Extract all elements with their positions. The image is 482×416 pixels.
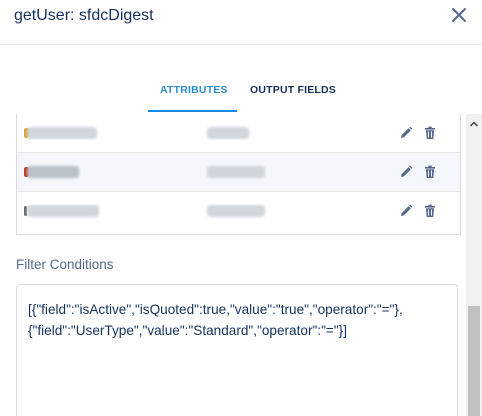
tab-output-fields[interactable]: OUTPUT FIELDS [250, 84, 336, 96]
filter-conditions-line-1: [{"field":"isActive","isQuoted":true,"va… [28, 302, 403, 317]
attributes-table [16, 114, 461, 235]
filter-conditions-textarea[interactable]: [{"field":"isActive","isQuoted":true,"va… [16, 284, 458, 416]
attribute-value-redacted [207, 205, 265, 217]
scrollbar-thumb[interactable] [468, 306, 480, 416]
trash-icon-svg [425, 126, 435, 139]
chevron-up-icon [469, 121, 479, 127]
pencil-icon-svg [401, 204, 413, 216]
modal-title: getUser: sfdcDigest [14, 7, 154, 24]
tab-attributes[interactable]: ATTRIBUTES [160, 84, 228, 96]
pencil-icon-svg [401, 126, 413, 138]
table-row [17, 153, 460, 192]
attribute-value-redacted [207, 166, 265, 178]
attribute-name-redacted [27, 166, 79, 178]
table-row [17, 192, 460, 230]
vertical-scrollbar[interactable] [466, 114, 482, 416]
scroll-up-arrow-icon[interactable] [469, 116, 479, 127]
trash-icon[interactable] [422, 125, 438, 141]
trash-icon[interactable] [422, 203, 438, 219]
modal-content: Filter Conditions [{"field":"isActive","… [0, 114, 482, 416]
attribute-value-redacted [207, 127, 249, 139]
modal-header: getUser: sfdcDigest [0, 0, 482, 45]
active-tab-indicator [148, 110, 237, 112]
close-icon[interactable] [448, 4, 470, 26]
pencil-icon[interactable] [398, 203, 414, 219]
trash-icon-svg [425, 165, 435, 178]
attribute-name-redacted [27, 205, 99, 217]
filter-conditions-label: Filter Conditions [16, 257, 114, 272]
table-row [17, 114, 460, 153]
filter-conditions-value: [{"field":"isActive","isQuoted":true,"va… [28, 299, 453, 341]
close-icon-svg [452, 8, 466, 22]
trash-icon[interactable] [422, 164, 438, 180]
filter-conditions-line-2: {"field":"UserType","value":"Standard","… [28, 323, 347, 338]
attribute-name-redacted [27, 127, 97, 139]
pencil-icon[interactable] [398, 164, 414, 180]
tab-bar: ATTRIBUTES OUTPUT FIELDS [0, 75, 482, 113]
pencil-icon-svg [401, 165, 413, 177]
pencil-icon[interactable] [398, 125, 414, 141]
trash-icon-svg [425, 204, 435, 217]
